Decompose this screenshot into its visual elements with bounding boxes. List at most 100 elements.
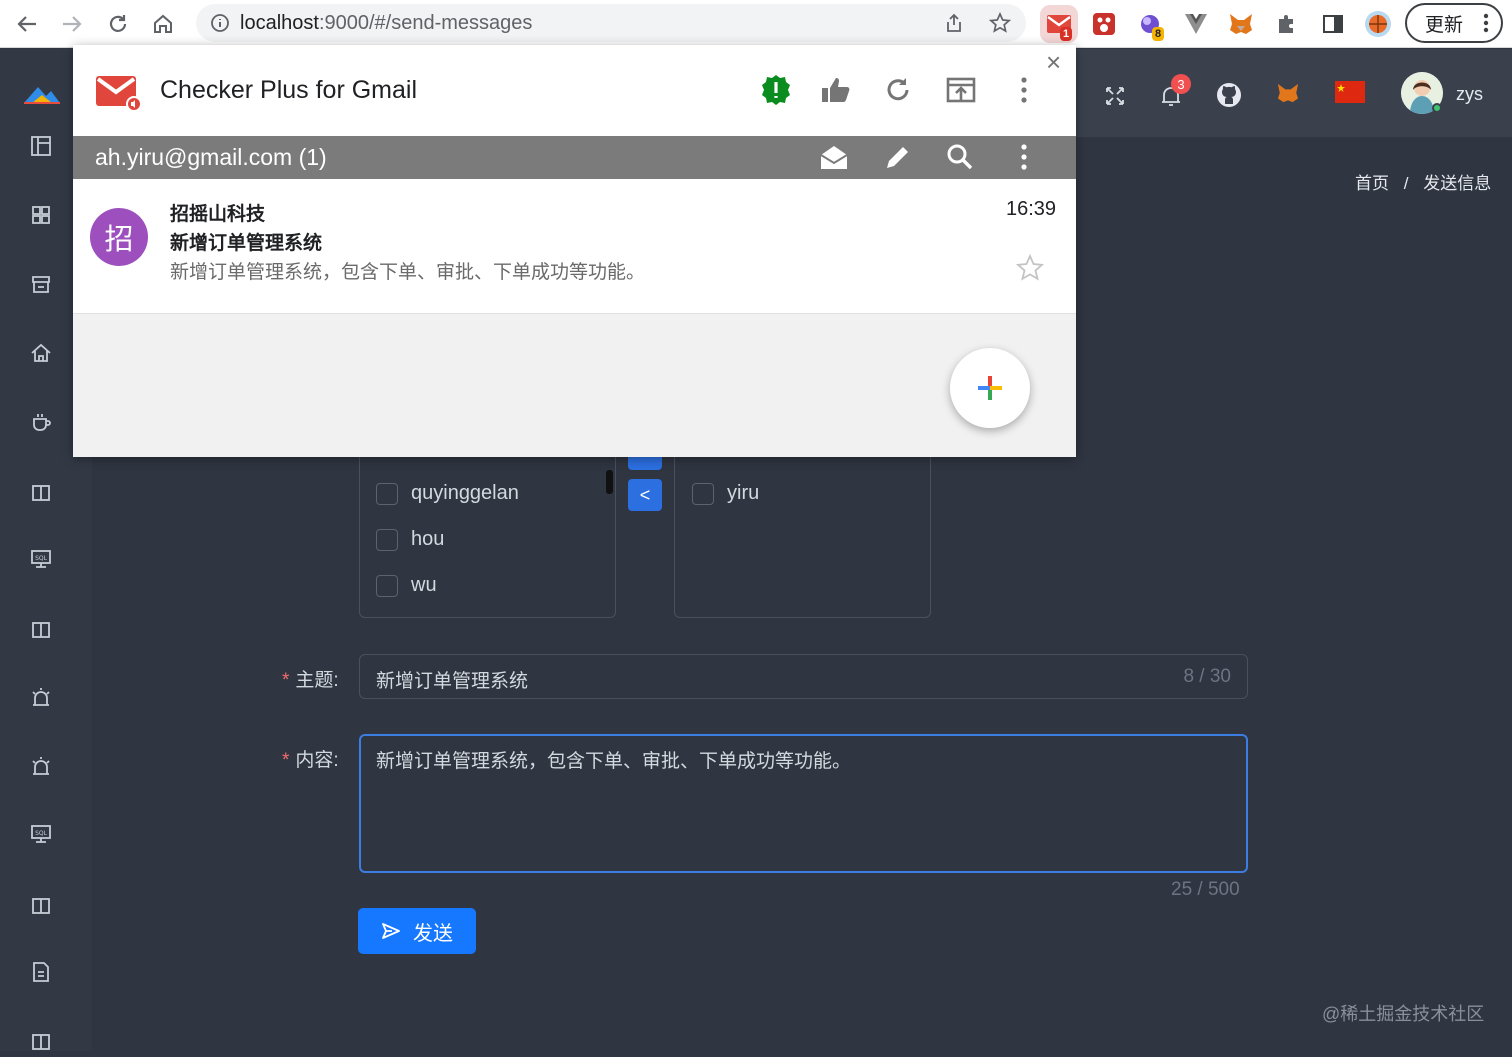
subject-value: 新增订单管理系统 — [376, 671, 529, 692]
gmail-unread-badge: 1 — [1060, 27, 1073, 41]
list-item[interactable]: hou — [376, 528, 444, 551]
svg-text:SQL: SQL — [35, 555, 48, 562]
send-button[interactable]: 发送 — [358, 908, 476, 954]
mail-subject: 新增订单管理系统 — [170, 233, 323, 254]
china-flag-icon[interactable] — [1335, 81, 1365, 103]
fullscreen-icon[interactable] — [1104, 85, 1126, 107]
account-email[interactable]: ah.yiru@gmail.com (1) — [95, 144, 327, 171]
columns-icon[interactable] — [30, 895, 56, 921]
bookmark-star-icon[interactable] — [989, 12, 1011, 34]
share-icon[interactable] — [944, 13, 964, 33]
forward-icon[interactable] — [57, 9, 87, 39]
more-vert-icon[interactable] — [1007, 73, 1041, 107]
mail-item[interactable]: 招 招摇山科技 新增订单管理系统 新增订单管理系统，包含下单、审批、下单成功等功… — [73, 179, 1076, 314]
url-path: :9000/#/send-messages — [318, 11, 533, 34]
content-textarea[interactable]: 新增订单管理系统，包含下单、审批、下单成功等功能。 — [359, 734, 1248, 873]
side-panel-icon[interactable] — [1317, 8, 1349, 40]
dashboard-icon[interactable] — [30, 204, 56, 230]
search-icon[interactable] — [943, 140, 977, 174]
popup-title: Checker Plus for Gmail — [160, 76, 418, 104]
address-bar[interactable]: localhost:9000/#/send-messages — [196, 4, 1026, 42]
send-icon — [381, 921, 401, 941]
watermark: @稀土掘金技术社区 — [1322, 1004, 1485, 1024]
gmail-extension-icon[interactable]: 1 — [1040, 5, 1078, 43]
scrollbar-thumb[interactable] — [606, 470, 613, 494]
list-item[interactable]: wu — [376, 574, 437, 597]
browser-toolbar: localhost:9000/#/send-messages 1 8 更新 — [0, 0, 1512, 48]
thumbs-up-icon[interactable] — [819, 73, 853, 107]
mail-sender: 招摇山科技 — [170, 204, 266, 225]
sql-monitor-icon[interactable]: SQL — [30, 548, 56, 574]
compose-pencil-icon[interactable] — [881, 140, 915, 174]
more-vert-icon[interactable] — [1483, 13, 1489, 33]
checkbox[interactable] — [692, 482, 714, 505]
breadcrumb-current: 发送信息 — [1423, 174, 1492, 193]
breadcrumb: 首页 / 发送信息 — [1355, 169, 1491, 194]
circle-extension-icon[interactable]: 8 — [1134, 8, 1166, 41]
list-item[interactable]: yiru — [692, 482, 759, 505]
alarm-icon[interactable] — [30, 755, 56, 781]
open-in-tab-icon[interactable] — [944, 73, 978, 107]
content-label-text: 内容: — [295, 750, 339, 771]
update-label: 更新 — [1425, 14, 1464, 36]
close-icon[interactable]: × — [1046, 47, 1061, 78]
document-icon[interactable] — [30, 961, 56, 987]
breadcrumb-home[interactable]: 首页 — [1355, 174, 1389, 193]
breadcrumb-separator: / — [1403, 174, 1409, 193]
move-left-button[interactable]: < — [628, 479, 662, 511]
mail-snippet: 新增订单管理系统，包含下单、审批、下单成功等功能。 — [170, 262, 646, 283]
list-item-label: wu — [411, 574, 437, 596]
list-item[interactable]: quyinggelan — [376, 482, 519, 505]
alert-badge-icon[interactable] — [759, 73, 793, 107]
back-icon[interactable] — [12, 9, 42, 39]
subject-counter: 8 / 30 — [1183, 666, 1231, 687]
github-icon[interactable] — [1216, 82, 1242, 108]
checkbox[interactable] — [376, 574, 398, 597]
checkbox[interactable] — [376, 528, 398, 551]
required-mark: * — [282, 670, 290, 691]
reload-icon[interactable] — [103, 9, 133, 39]
list-item-label: yiru — [727, 482, 760, 504]
send-label: 发送 — [413, 922, 453, 945]
popup-header: Checker Plus for Gmail × — [73, 45, 1076, 136]
vue-devtools-icon[interactable] — [1180, 8, 1212, 40]
subject-input[interactable]: 新增订单管理系统 8 / 30 — [359, 654, 1248, 699]
more-vert-icon[interactable] — [1007, 140, 1041, 174]
columns-icon[interactable] — [30, 1031, 56, 1057]
gmail-logo-icon — [95, 73, 143, 113]
mark-read-icon[interactable] — [817, 140, 851, 174]
layout-icon[interactable] — [30, 135, 56, 161]
subject-label-text: 主题: — [295, 670, 339, 691]
paw-extension-icon[interactable] — [1088, 8, 1120, 40]
metamask-icon[interactable] — [1225, 8, 1257, 40]
coffee-cup-icon[interactable] — [30, 411, 56, 437]
extension-count-badge: 8 — [1152, 27, 1165, 41]
profile-avatar-icon[interactable] — [1362, 8, 1394, 40]
alarm-icon[interactable] — [30, 686, 56, 712]
notification-count-badge: 3 — [1171, 74, 1191, 94]
checkbox[interactable] — [376, 482, 398, 505]
chevron-left-icon: < — [639, 484, 651, 505]
info-icon[interactable] — [210, 13, 230, 33]
plus-icon — [977, 375, 1003, 401]
refresh-icon[interactable] — [881, 73, 915, 107]
svg-text:SQL: SQL — [35, 830, 48, 837]
app-logo — [22, 83, 62, 105]
required-mark: * — [282, 750, 290, 771]
columns-icon[interactable] — [30, 482, 56, 508]
content-value: 新增订单管理系统，包含下单、审批、下单成功等功能。 — [376, 751, 852, 772]
shop-icon[interactable] — [30, 273, 56, 299]
account-bar: ah.yiru@gmail.com (1) — [73, 136, 1076, 179]
sql-monitor-icon[interactable]: SQL — [30, 823, 56, 849]
update-button[interactable]: 更新 — [1405, 3, 1503, 43]
extensions-puzzle-icon[interactable] — [1271, 8, 1303, 40]
compose-fab[interactable] — [950, 348, 1030, 428]
username: zys — [1456, 84, 1483, 104]
transfer-target-panel — [674, 440, 931, 618]
home-icon[interactable] — [148, 9, 178, 39]
columns-icon[interactable] — [30, 619, 56, 645]
star-icon[interactable] — [1016, 254, 1044, 282]
house-icon[interactable] — [30, 342, 56, 368]
metamask-icon[interactable] — [1276, 82, 1300, 104]
list-item-label: quyinggelan — [411, 482, 519, 504]
